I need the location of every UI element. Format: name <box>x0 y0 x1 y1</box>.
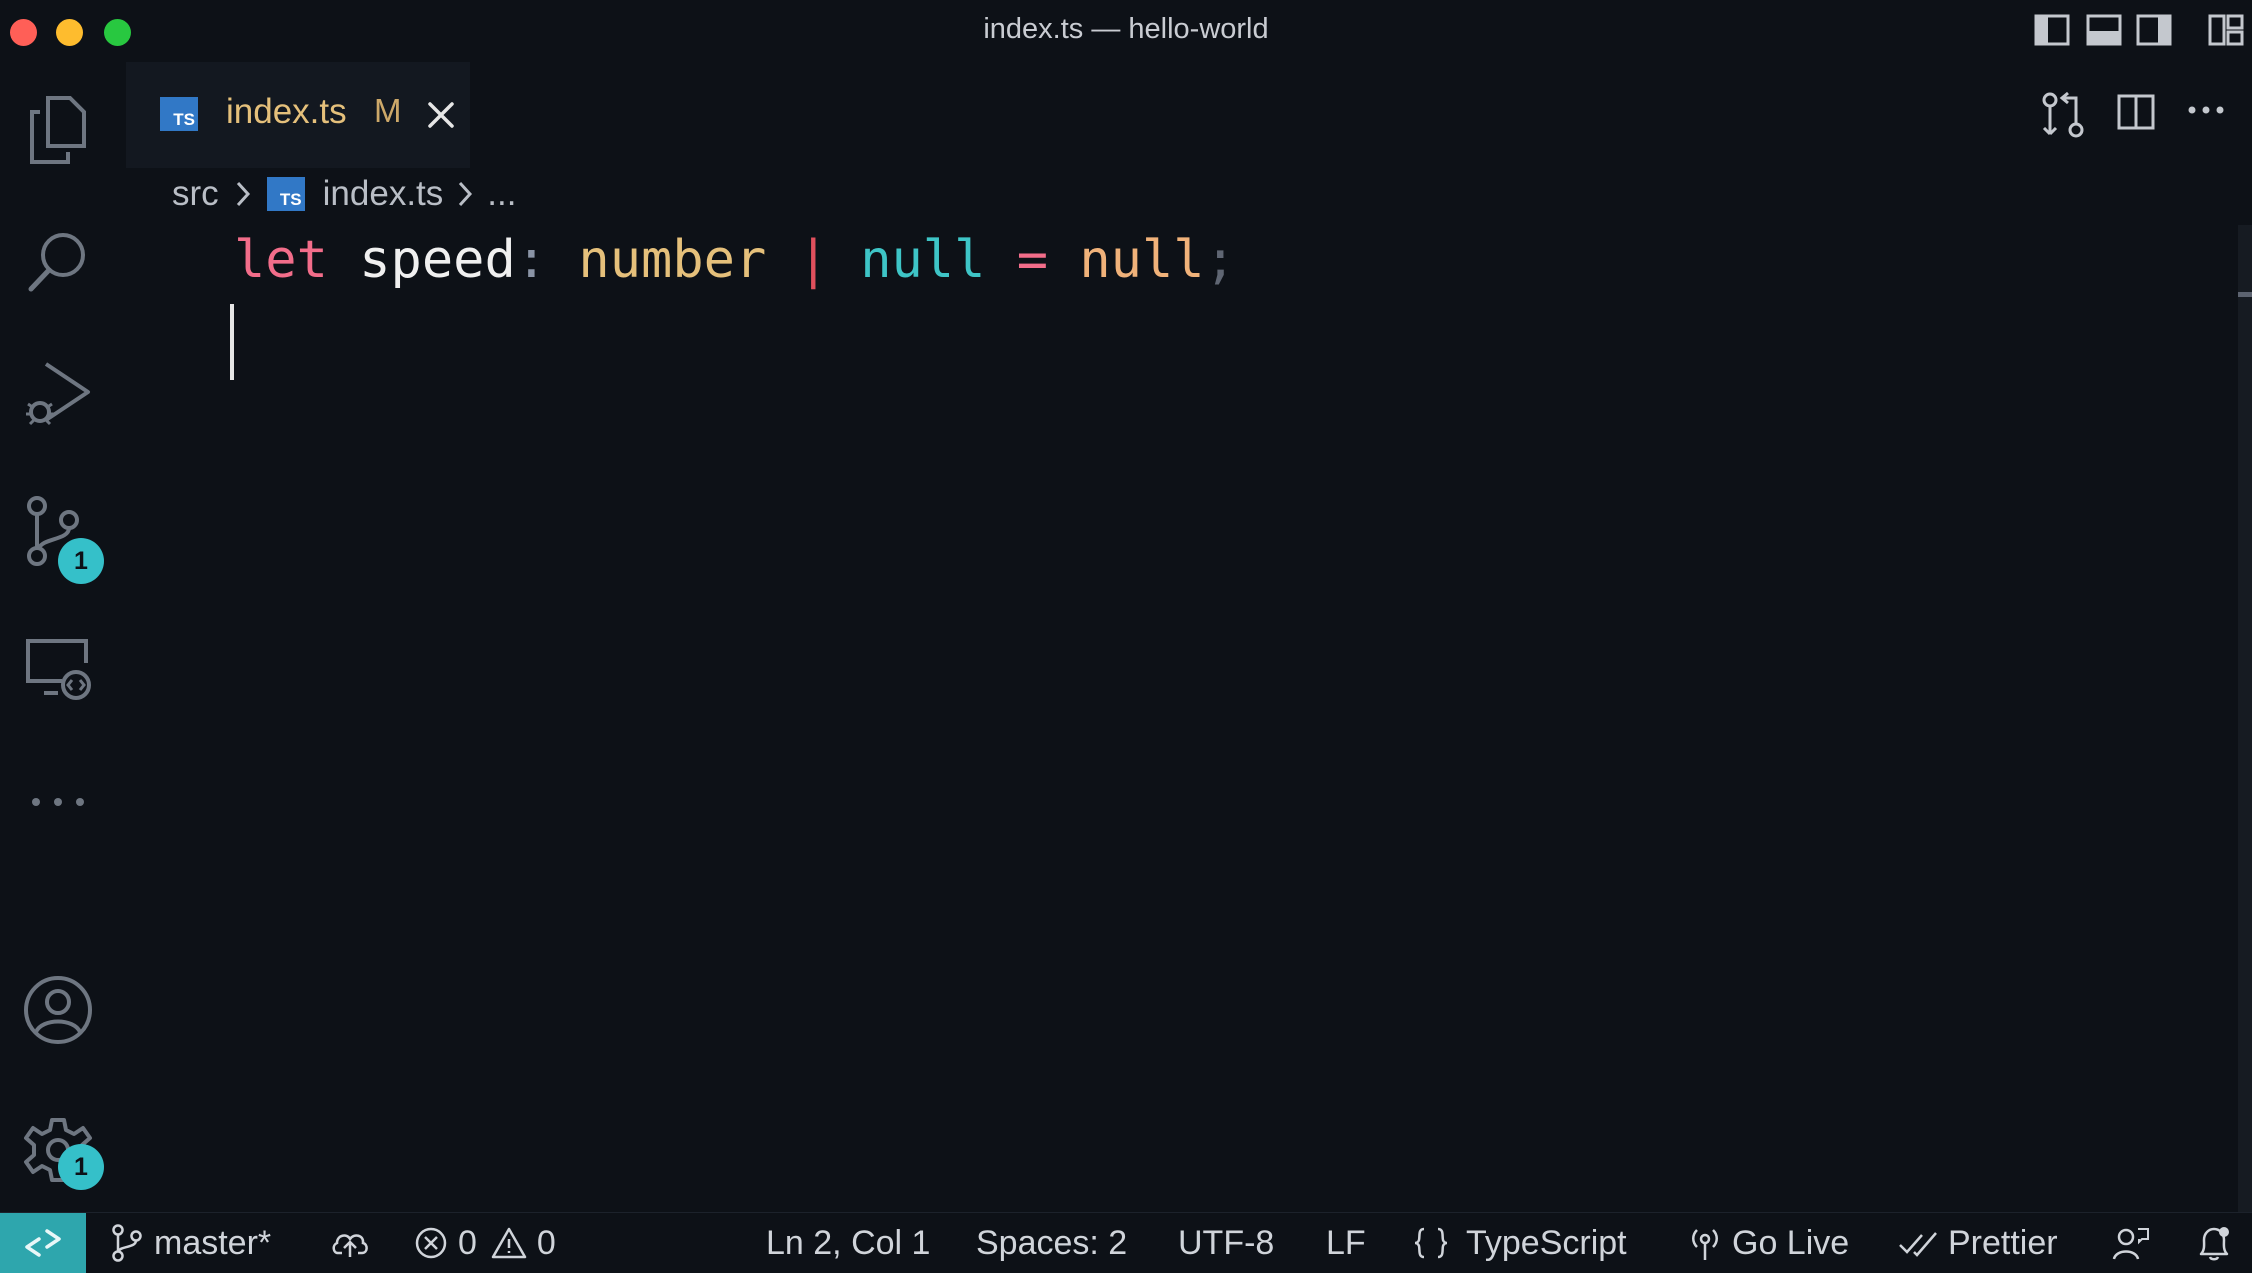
branch-name: master* <box>154 1223 272 1262</box>
branch-status[interactable]: master* <box>110 1213 271 1273</box>
chevron-right-icon <box>235 179 251 209</box>
code-token: let <box>234 230 328 290</box>
search-icon <box>23 227 93 297</box>
git-branch-icon <box>110 1224 154 1262</box>
prettier-label: Prettier <box>1948 1223 2058 1262</box>
code-token: | <box>797 230 829 290</box>
code-token: = <box>1016 230 1049 290</box>
encoding-status[interactable]: UTF-8 <box>1178 1213 1274 1273</box>
more-views-button[interactable] <box>18 762 98 842</box>
eol-status[interactable]: LF <box>1326 1213 1366 1273</box>
activity-bar: 1 1 <box>0 62 116 1212</box>
remote-explorer-button[interactable] <box>18 630 98 710</box>
feedback-button[interactable] <box>2112 1213 2160 1273</box>
breadcrumb-file[interactable]: index.ts <box>323 174 444 214</box>
code-token: null <box>860 230 986 290</box>
toggle-secondary-sidebar-icon[interactable] <box>2134 10 2174 50</box>
tab-label: index.ts <box>226 92 347 131</box>
source-control-badge: 1 <box>58 538 104 584</box>
braces-icon <box>1412 1226 1460 1260</box>
account-icon <box>22 974 94 1046</box>
language-mode-status[interactable]: TypeScript <box>1412 1213 1627 1273</box>
warning-icon <box>491 1226 537 1260</box>
accounts-button[interactable] <box>18 970 98 1050</box>
toggle-panel-icon[interactable] <box>2084 10 2124 50</box>
ellipsis-icon <box>28 792 88 812</box>
run-debug-icon <box>22 358 94 430</box>
go-live-button[interactable]: Go Live <box>1688 1213 1849 1273</box>
error-icon <box>414 1226 458 1260</box>
code-token: number <box>578 230 767 290</box>
files-icon <box>26 94 90 166</box>
close-icon[interactable] <box>424 98 458 132</box>
feedback-person-icon <box>2112 1225 2160 1261</box>
code-line-1: let speed: number | null = null; <box>234 230 1236 290</box>
code-token: ; <box>1204 230 1236 290</box>
code-token: : <box>515 230 548 290</box>
remote-explorer-icon <box>22 635 94 705</box>
modified-indicator: M <box>374 92 402 129</box>
typescript-file-icon: TS <box>160 97 198 131</box>
tab-index-ts[interactable]: TS index.ts M <box>126 62 470 168</box>
cloud-upload-icon <box>330 1227 380 1259</box>
code-token: speed <box>359 230 516 290</box>
problems-status[interactable]: 0 0 <box>414 1213 556 1273</box>
scrollbar-cursor-marker <box>2238 292 2252 297</box>
text-cursor <box>230 304 234 380</box>
status-bar: master* 0 0 Ln 2, Col 1 Spaces: 2 UTF-8 … <box>0 1212 2252 1273</box>
editor-tab-bar: TS index.ts M <box>116 62 2252 168</box>
more-actions-icon[interactable] <box>2186 102 2226 118</box>
run-debug-button[interactable] <box>18 354 98 434</box>
title-bar: index.ts — hello-world <box>0 0 2252 62</box>
double-check-icon <box>1898 1229 1948 1257</box>
customize-layout-icon[interactable] <box>2206 10 2246 50</box>
remote-icon <box>23 1225 63 1261</box>
breadcrumb-folder[interactable]: src <box>172 174 219 214</box>
typescript-file-icon: TS <box>266 177 305 211</box>
cursor-position-status[interactable]: Ln 2, Col 1 <box>766 1213 930 1273</box>
code-token: null <box>1079 230 1205 290</box>
notifications-button[interactable] <box>2196 1213 2242 1273</box>
remote-indicator[interactable] <box>0 1213 86 1273</box>
prettier-status[interactable]: Prettier <box>1898 1213 2058 1273</box>
explorer-button[interactable] <box>18 90 98 170</box>
manage-settings-button[interactable]: 1 <box>18 1110 104 1190</box>
indentation-status[interactable]: Spaces: 2 <box>976 1213 1127 1273</box>
language-mode-label: TypeScript <box>1466 1223 1627 1262</box>
breadcrumb: src TS index.ts ... <box>172 170 516 218</box>
open-changes-icon[interactable] <box>2040 90 2086 140</box>
toggle-primary-sidebar-icon[interactable] <box>2032 10 2072 50</box>
bell-icon <box>2196 1224 2242 1262</box>
broadcast-icon <box>1688 1224 1732 1262</box>
search-button[interactable] <box>18 222 98 302</box>
editor-scrollbar[interactable] <box>2238 225 2252 1212</box>
settings-badge: 1 <box>58 1144 104 1190</box>
code-editor[interactable]: let speed: number | null = null; <box>116 222 2236 1212</box>
error-count: 0 <box>458 1223 477 1262</box>
chevron-right-icon <box>457 179 473 209</box>
breadcrumb-symbols[interactable]: ... <box>487 174 516 214</box>
split-editor-icon[interactable] <box>2116 92 2156 134</box>
publish-button[interactable] <box>330 1213 380 1273</box>
source-control-button[interactable]: 1 <box>18 492 104 584</box>
window-title: index.ts — hello-world <box>983 13 1269 45</box>
warning-count: 0 <box>536 1223 556 1262</box>
go-live-label: Go Live <box>1732 1223 1850 1262</box>
